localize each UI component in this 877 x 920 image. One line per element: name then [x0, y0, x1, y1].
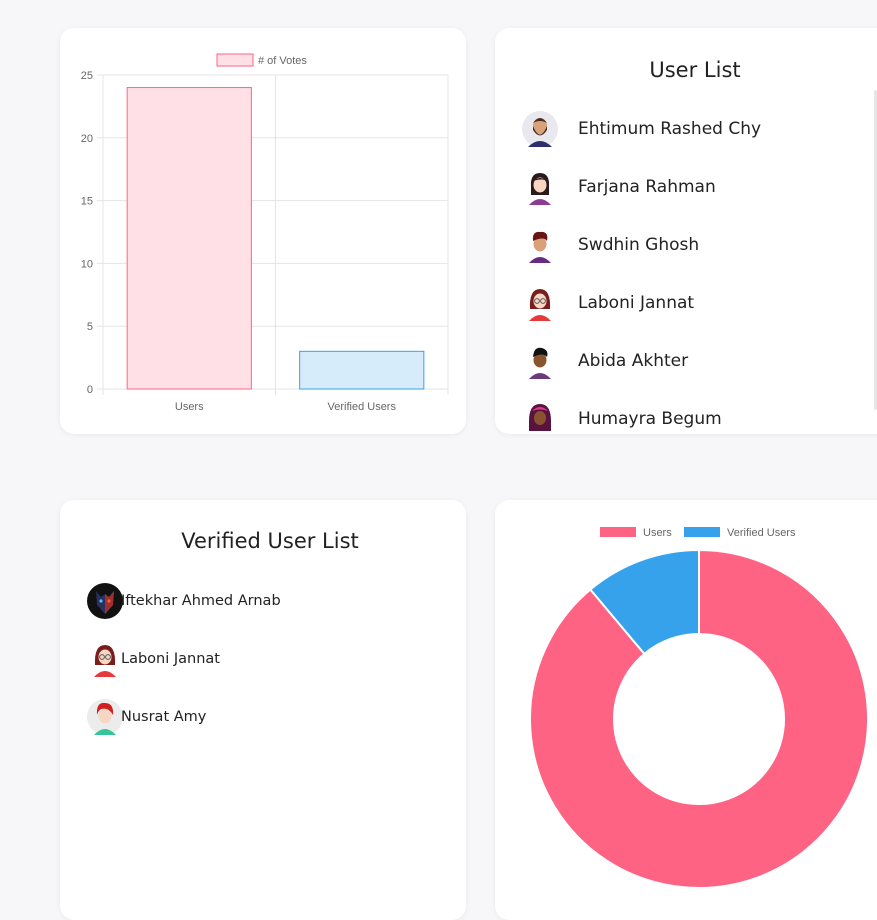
- y-tick-label: 10: [81, 258, 93, 270]
- verified-user-list-title: Verified User List: [181, 529, 359, 553]
- verified-user-list-card: Verified User List Iftekhar Ahmed Arnab L…: [60, 500, 466, 920]
- list-item[interactable]: Abida Akhter: [522, 332, 761, 390]
- users-donut-chart: Users Verified Users: [529, 527, 869, 889]
- bar-verified-users[interactable]: [299, 350, 425, 390]
- votes-bar-chart: # of Votes 0 5 10 15 20 25 Users Verified User…: [81, 53, 449, 413]
- list-item[interactable]: Laboni Jannat: [87, 630, 281, 688]
- legend-swatch: [600, 527, 636, 537]
- bar-users[interactable]: [126, 87, 252, 390]
- list-item[interactable]: Ehtimum Rashed Chy: [522, 100, 761, 158]
- list-item[interactable]: Nusrat Amy: [87, 688, 281, 746]
- woman-hijab-avatar: [522, 401, 558, 434]
- user-list[interactable]: Ehtimum Rashed Chy Farjana Rahman Swdhin G…: [522, 100, 761, 434]
- user-name: Humayra Begum: [578, 409, 722, 429]
- user-name: Iftekhar Ahmed Arnab: [121, 593, 281, 609]
- legend-label-votes: # of Votes: [258, 55, 307, 67]
- y-axis-ticks: 0 5 10 15 20 25: [81, 70, 93, 396]
- user-name: Abida Akhter: [578, 351, 689, 371]
- woman-glasses-avatar: [87, 641, 123, 677]
- user-list-card: User List Ehtimum Rashed Chy Farjana Rahm…: [495, 28, 877, 434]
- user-name: Nusrat Amy: [121, 709, 207, 725]
- woman-glasses-avatar: [522, 285, 558, 321]
- x-tick-label: Verified Users: [328, 401, 397, 413]
- user-name: Ehtimum Rashed Chy: [578, 119, 762, 139]
- x-axis-labels: Users Verified Users: [175, 401, 397, 413]
- man-beard-avatar: [522, 111, 558, 147]
- list-item[interactable]: Swdhin Ghosh: [522, 216, 761, 274]
- man-avatar: [522, 227, 558, 263]
- y-tick-label: 20: [81, 133, 93, 145]
- legend-swatch: [684, 527, 720, 537]
- y-tick-label: 15: [81, 196, 93, 208]
- user-name: Laboni Jannat: [578, 293, 695, 313]
- y-tick-label: 25: [81, 70, 93, 82]
- legend-swatch-votes: [216, 53, 254, 67]
- bar-chart-legend[interactable]: # of Votes: [216, 53, 307, 67]
- users-donut-chart-card: Users Verified Users: [495, 500, 877, 920]
- list-item[interactable]: Farjana Rahman: [522, 158, 761, 216]
- x-tick-label: Users: [175, 401, 204, 413]
- list-item[interactable]: Humayra Begum: [522, 390, 761, 434]
- woman-dark-avatar: [522, 343, 558, 379]
- list-item[interactable]: Iftekhar Ahmed Arnab: [87, 572, 281, 630]
- woman-red-hair-avatar: [87, 699, 123, 735]
- user-list-title: User List: [649, 58, 741, 82]
- donut-slices: [529, 548, 869, 889]
- legend-label: Verified Users: [727, 527, 796, 539]
- user-name: Farjana Rahman: [578, 177, 716, 197]
- votes-bar-chart-card: # of Votes 0 5 10 15 20 25 Users Verified User…: [60, 28, 466, 434]
- y-tick-label: 0: [87, 384, 93, 396]
- verified-user-list[interactable]: Iftekhar Ahmed Arnab Laboni Jannat Nusrat …: [87, 572, 281, 746]
- user-name: Swdhin Ghosh: [578, 235, 700, 255]
- list-item[interactable]: Laboni Jannat: [522, 274, 761, 332]
- donut-chart-legend[interactable]: Users Verified Users: [600, 527, 796, 539]
- y-tick-label: 5: [87, 321, 93, 333]
- legend-label: Users: [643, 527, 672, 539]
- user-name: Laboni Jannat: [121, 651, 220, 667]
- wolf-avatar: [87, 583, 123, 619]
- woman-avatar: [522, 169, 558, 205]
